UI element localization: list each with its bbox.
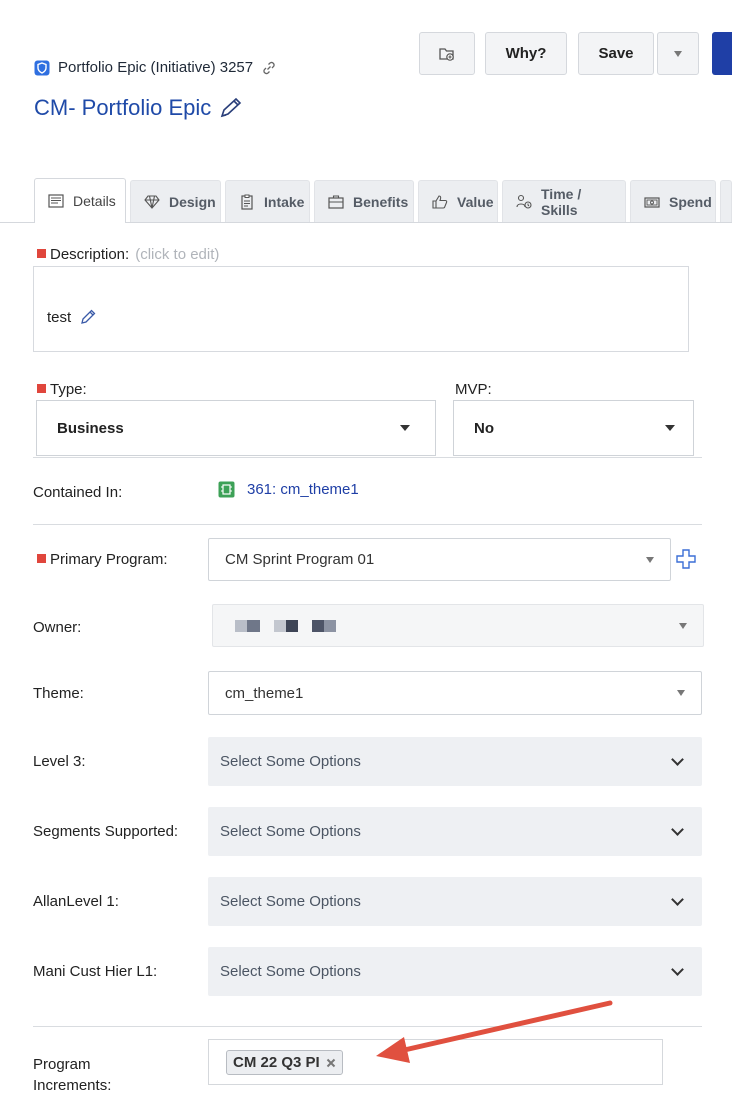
primary-program-value: CM Sprint Program 01 [225,551,375,568]
save-options-button[interactable] [657,32,699,75]
tab-label: Value [457,193,494,210]
add-program-icon[interactable] [676,549,696,569]
caret-down-icon [679,622,687,629]
tab-label: Benefits [353,193,409,210]
why-button[interactable]: Why? [485,32,567,75]
link-icon[interactable] [261,60,277,76]
chevron-down-icon [671,962,684,976]
epic-type-line: Portfolio Epic (Initiative) 3257 [34,59,277,76]
save-button[interactable]: Save [578,32,654,75]
level-3-placeholder: Select Some Options [220,753,361,770]
tab-overflow[interactable] [720,180,732,222]
click-to-edit-hint[interactable]: (click to edit) [135,246,219,263]
primary-action-button[interactable] [712,32,732,75]
chevron-down-icon [671,892,684,906]
allanlevel-1-placeholder: Select Some Options [220,893,361,910]
required-marker [37,249,46,258]
type-value: Business [57,419,124,437]
level-3-label: Level 3: [33,753,86,770]
caret-down-icon [646,556,654,563]
folder-add-icon [439,47,454,61]
contained-in-value: 361: cm_theme1 [247,481,359,498]
description-label: Description: [50,246,130,263]
people-icon [516,194,532,209]
caret-down-icon [665,425,675,431]
chevron-down-icon [671,822,684,836]
briefcase-icon [328,194,344,209]
owner-label: Owner: [33,619,82,636]
segments-supported-placeholder: Select Some Options [220,823,361,840]
type-label: Type: [50,381,87,398]
pencil-icon[interactable] [219,97,243,119]
primary-program-select[interactable]: CM Sprint Program 01 [208,538,671,581]
remove-token-icon[interactable] [326,1058,336,1068]
tab-benefits[interactable]: Benefits [314,180,414,222]
description-box[interactable]: test [33,266,689,352]
type-label-row: Type: [37,381,87,399]
tab-label: Time / Skills [541,185,582,218]
mani-cust-hier-l1-label: Mani Cust Hier L1: [33,963,158,980]
diamond-icon [144,194,160,209]
divider [33,524,702,525]
page-title: CM- Portfolio Epic [34,95,243,121]
caret-down-icon [677,690,685,696]
program-increments-label: Program Increments: [33,1056,112,1094]
mvp-value: No [474,419,494,437]
mvp-select[interactable]: No [453,400,694,456]
tab-design[interactable]: Design [130,180,221,222]
tab-label: Spend [669,193,712,210]
divider [33,457,702,458]
tab-intake[interactable]: Intake [225,180,310,222]
mani-cust-hier-l1-placeholder: Select Some Options [220,963,361,980]
caret-down-icon [400,425,410,431]
epic-type-label: Portfolio Epic (Initiative) 3257 [58,59,254,76]
segments-supported-multiselect[interactable]: Select Some Options [208,807,702,856]
allanlevel-1-label: AllanLevel 1: [33,893,119,910]
annotation-arrow [376,1000,613,1063]
tab-value[interactable]: Value [418,180,498,222]
shield-check-icon [34,60,50,75]
pi-token-label: CM 22 Q3 PI [233,1054,320,1071]
contained-in-label: Contained In: [33,484,123,501]
pi-token: CM 22 Q3 PI [226,1050,343,1075]
pencil-icon[interactable] [79,308,97,326]
required-marker [37,384,46,393]
caret-down-icon [674,50,682,57]
primary-program-label-row: Primary Program: [37,551,168,569]
segments-supported-label: Segments Supported: [33,823,179,840]
chevron-down-icon [671,752,684,766]
document-icon [48,194,64,208]
level-3-multiselect[interactable]: Select Some Options [208,737,702,786]
type-select[interactable]: Business [36,400,436,456]
tab-spend[interactable]: Spend [630,180,716,222]
description-value: test [47,308,72,326]
tab-details[interactable]: Details [34,178,126,223]
theme-icon [218,481,235,498]
thumbs-up-icon [432,194,448,209]
contained-in-link[interactable]: 361: cm_theme1 [218,481,359,498]
owner-select[interactable] [212,604,704,647]
theme-label: Theme: [33,685,84,702]
mani-cust-hier-l1-multiselect[interactable]: Select Some Options [208,947,702,996]
owner-redacted-value [229,619,336,632]
tab-label: Intake [264,193,305,210]
tab-label: Design [169,193,216,210]
tab-time-skills[interactable]: Time / Skills [502,180,626,222]
allanlevel-1-multiselect[interactable]: Select Some Options [208,877,702,926]
folder-add-button[interactable] [419,32,475,75]
page-title-text: CM- Portfolio Epic [34,95,212,120]
primary-program-label: Primary Program: [50,551,168,568]
description-label-row: Description: (click to edit) [37,246,219,264]
mvp-label: MVP: [455,381,492,398]
theme-value: cm_theme1 [225,684,304,702]
theme-select[interactable]: cm_theme1 [208,671,702,715]
money-icon [644,196,660,208]
tab-label: Details [73,193,116,209]
clipboard-icon [241,194,253,210]
required-marker [37,554,46,563]
